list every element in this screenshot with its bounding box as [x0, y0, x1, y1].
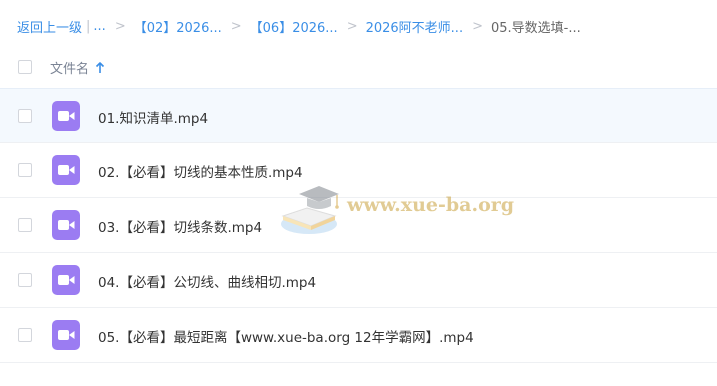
column-header-filename[interactable]: 文件名 — [50, 58, 105, 77]
table-header: 文件名 — [0, 50, 717, 86]
file-browser-page: 返回上一级 | ... > 【02】2026... > 【06】2026... … — [0, 0, 717, 386]
table-row[interactable]: 04.【必看】公切线、曲线相切.mp4 — [0, 253, 717, 308]
file-list: 01.知识清单.mp4 02.【必看】切线的基本性质.mp4 03.【必看】切线… — [0, 88, 717, 363]
row-checkbox[interactable] — [18, 328, 32, 342]
breadcrumb-ellipsis[interactable]: ... — [93, 19, 105, 34]
column-header-label: 文件名 — [50, 62, 90, 77]
breadcrumb-item-02[interactable]: 【02】2026... — [134, 17, 222, 36]
breadcrumb-arrow: > — [472, 18, 483, 34]
breadcrumb-divider: | — [86, 18, 91, 34]
file-name[interactable]: 03.【必看】切线条数.mp4 — [98, 216, 262, 236]
video-icon — [52, 265, 80, 295]
table-row[interactable]: 05.【必看】最短距离【www.xue-ba.org 12年学霸网】.mp4 — [0, 308, 717, 363]
row-checkbox[interactable] — [18, 273, 32, 287]
breadcrumb-item-06[interactable]: 【06】2026... — [250, 17, 338, 36]
row-checkbox[interactable] — [18, 163, 32, 177]
back-link[interactable]: 返回上一级 — [17, 17, 82, 36]
file-name[interactable]: 02.【必看】切线的基本性质.mp4 — [98, 161, 303, 181]
video-icon — [52, 210, 80, 240]
row-checkbox[interactable] — [18, 109, 32, 123]
breadcrumb-current: 05.导数选填-... — [490, 20, 581, 36]
breadcrumb-arrow: > — [114, 18, 126, 34]
breadcrumb-item-teacher[interactable]: 2026阿不老师... — [366, 17, 463, 36]
file-name[interactable]: 05.【必看】最短距离【www.xue-ba.org 12年学霸网】.mp4 — [98, 326, 474, 346]
file-name[interactable]: 01.知识清单.mp4 — [98, 107, 208, 127]
select-all-checkbox[interactable] — [18, 60, 32, 74]
sort-arrow-up-icon — [95, 61, 105, 73]
breadcrumb-arrow: > — [230, 18, 242, 34]
video-icon — [52, 155, 80, 185]
table-row[interactable]: 03.【必看】切线条数.mp4 — [0, 198, 717, 253]
table-row[interactable]: 01.知识清单.mp4 — [0, 88, 717, 143]
breadcrumb-arrow: > — [346, 18, 358, 34]
video-icon — [52, 101, 80, 131]
breadcrumb: 返回上一级 | ... > 【02】2026... > 【06】2026... … — [17, 15, 581, 37]
table-row[interactable]: 02.【必看】切线的基本性质.mp4 — [0, 143, 717, 198]
row-checkbox[interactable] — [18, 218, 32, 232]
file-name[interactable]: 04.【必看】公切线、曲线相切.mp4 — [98, 271, 316, 291]
video-icon — [52, 320, 80, 350]
